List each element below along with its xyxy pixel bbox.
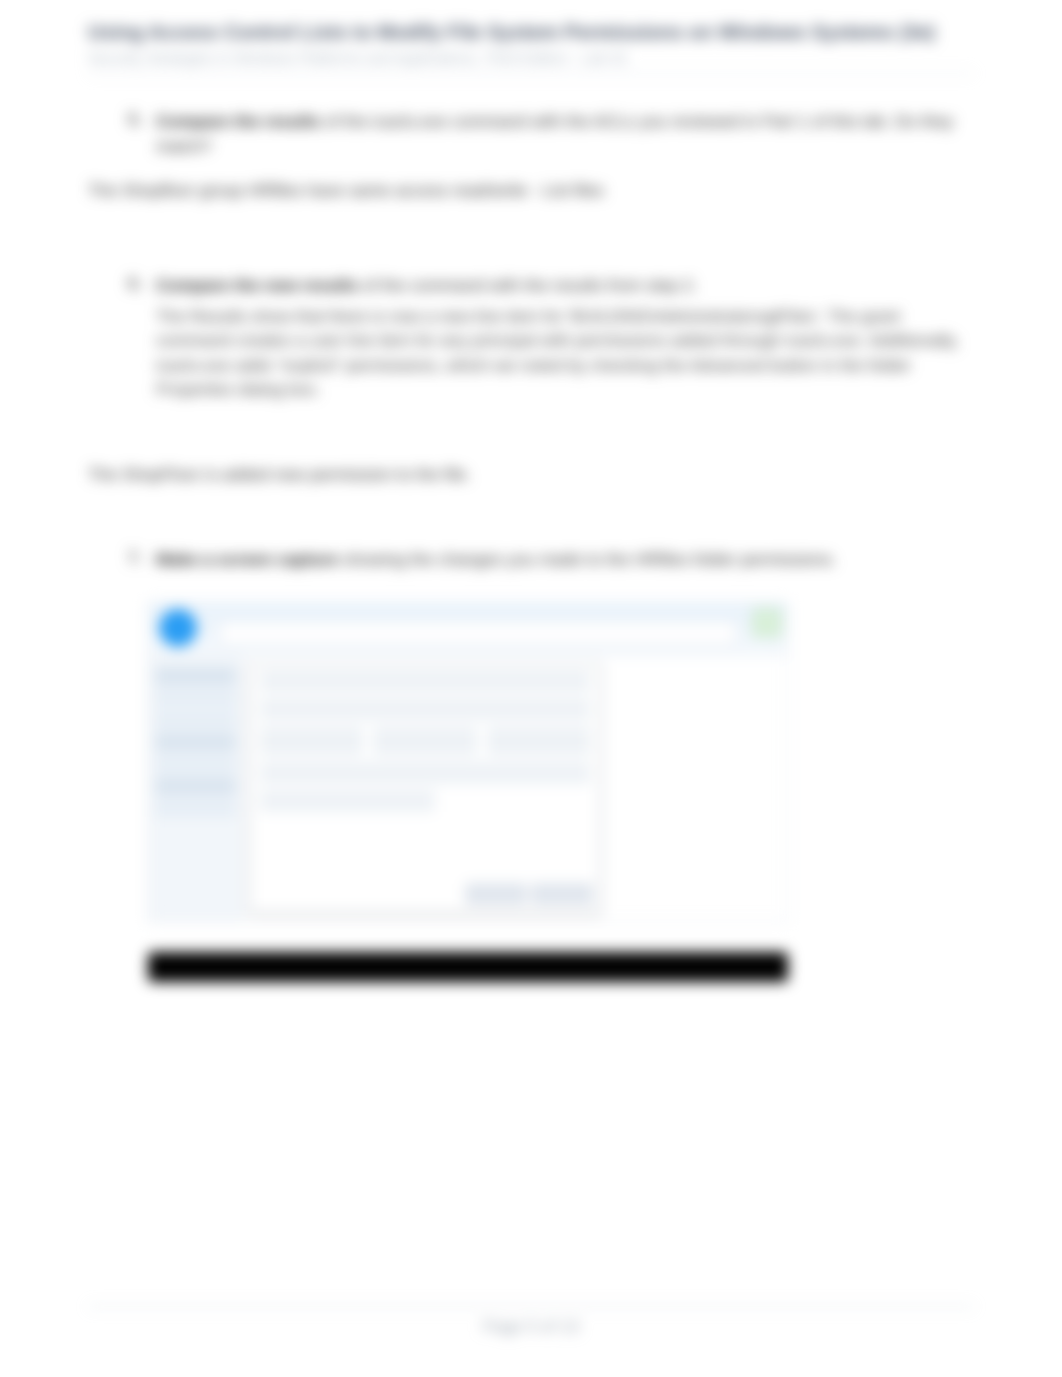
dialog-row	[260, 762, 590, 784]
dialog-row	[260, 670, 590, 692]
page-number: Page 5 of 13	[0, 1317, 1062, 1337]
sidebar-row	[155, 689, 236, 707]
list-item-7: 7. Make a screen capture showing the cha…	[128, 548, 974, 573]
answer-5: The Shopfloor group HRfiles have same ac…	[88, 179, 974, 204]
list-item-5: 5. Compare the results of the icacls.exe…	[128, 110, 974, 159]
dialog-columns	[260, 726, 590, 756]
cancel-button	[532, 884, 592, 904]
redaction-bar	[148, 952, 788, 982]
list-item-6: 6. Compare the new results of the comman…	[128, 274, 974, 403]
properties-dialog	[249, 663, 601, 913]
item-6-explain: The Results show that there is now a new…	[156, 305, 974, 404]
dialog-buttons	[466, 884, 592, 904]
explorer-sidebar	[149, 655, 243, 921]
explorer-titlebar	[149, 603, 787, 655]
sidebar-row	[155, 777, 236, 795]
document-page: Using Access Control Lists to Modify Fil…	[0, 0, 1062, 1377]
dialog-row	[260, 790, 435, 812]
dialog-col	[260, 726, 363, 756]
embedded-screenshot	[148, 602, 788, 922]
item-5-text: Compare the results of the icacls.exe co…	[156, 110, 974, 159]
bullet-7: 7.	[128, 548, 156, 573]
sidebar-row	[155, 799, 236, 817]
dialog-row	[260, 698, 590, 720]
answer-6: The ShopFloor is added new permission to…	[88, 463, 974, 488]
ok-button	[466, 884, 526, 904]
page-subtitle: Security Strategies in Windows Platforms…	[88, 50, 974, 74]
dialog-col	[373, 726, 476, 756]
item-7-text: Make a screen capture showing the change…	[156, 548, 974, 573]
sidebar-row	[155, 755, 236, 773]
item-6-text: Compare the new results of the command w…	[156, 274, 974, 403]
bullet-5: 5.	[128, 110, 156, 159]
search-icon	[753, 609, 781, 637]
sidebar-row	[155, 733, 236, 751]
sidebar-row	[155, 667, 236, 685]
footer-rule	[88, 1306, 974, 1307]
back-icon	[159, 609, 197, 647]
sidebar-row	[155, 711, 236, 729]
page-title: Using Access Control Lists to Modify Fil…	[88, 20, 974, 46]
address-bar	[219, 621, 737, 645]
bullet-6: 6.	[128, 274, 156, 403]
dialog-col	[487, 726, 590, 756]
